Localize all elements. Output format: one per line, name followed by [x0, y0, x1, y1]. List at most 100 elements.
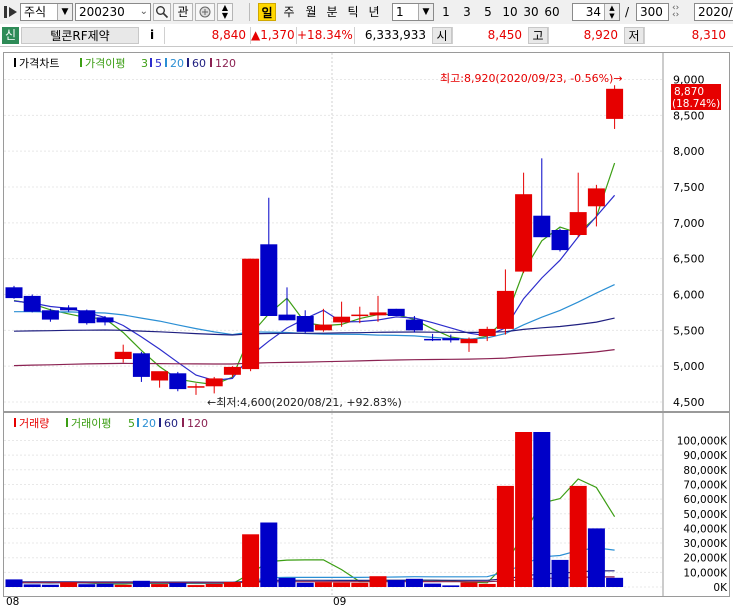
- volume-tick-label: 100,000K: [677, 436, 728, 448]
- candle-body: [314, 324, 332, 331]
- volume-bar: [23, 584, 41, 587]
- low-annotation: ←최저:4,600(2020/08/21, +92.83%): [207, 396, 402, 409]
- volume-bar: [351, 582, 369, 587]
- volume-tick-label: 70,000K: [683, 479, 728, 491]
- candle-body: [333, 316, 351, 323]
- volume-bar: [60, 582, 78, 587]
- price-tick-label: 6,500: [673, 253, 705, 266]
- candle-body: [205, 378, 223, 387]
- volume-bar: [169, 582, 187, 587]
- price-tick-label: 7,500: [673, 181, 705, 194]
- legend-marker: [14, 418, 16, 427]
- price-tick-label: 5,000: [673, 360, 705, 373]
- volume-bar: [5, 579, 23, 587]
- volume-bar: [606, 577, 624, 587]
- volume-bar: [496, 485, 514, 587]
- candle-body: [223, 366, 241, 375]
- volume-bar: [369, 576, 387, 587]
- legend-price-title: 가격차트: [19, 57, 59, 70]
- candle-body: [260, 244, 278, 316]
- volume-bar: [460, 582, 478, 587]
- current-price-label: 8,870: [674, 86, 704, 98]
- current-rate-label: (18.74%): [672, 98, 720, 110]
- volume-tick-label: 30,000K: [683, 538, 728, 550]
- volume-legend: 거래량 거래이평 5 20 60 120: [14, 417, 208, 430]
- candle-body: [515, 194, 533, 272]
- volume-bar: [387, 580, 405, 587]
- legend-ma3: 3: [141, 57, 148, 70]
- candle-body: [23, 295, 41, 312]
- candle-body: [405, 319, 423, 331]
- volume-bar: [314, 582, 332, 587]
- legend-volume-title: 거래량: [19, 417, 49, 430]
- volume-bar: [41, 584, 59, 587]
- volume-bar: [296, 582, 314, 587]
- legend-ma5: 5: [155, 57, 162, 70]
- volume-bar: [424, 583, 442, 587]
- volume-tick-label: 10,000K: [683, 567, 728, 579]
- candle-body: [132, 353, 150, 377]
- volume-bar: [478, 583, 496, 587]
- legend-marker: [159, 418, 161, 427]
- price-tick-label: 7,000: [673, 217, 705, 230]
- price-tick-label: 5,500: [673, 324, 705, 337]
- candle-body: [78, 310, 96, 324]
- candle-body: [424, 338, 442, 341]
- volume-bar: [96, 583, 114, 587]
- legend-marker: [210, 58, 212, 67]
- volume-tick-label: 50,000K: [683, 509, 728, 521]
- candle-body: [442, 338, 460, 341]
- candle-body: [296, 316, 314, 332]
- candle-body: [551, 230, 569, 251]
- candle-body: [242, 258, 260, 370]
- price-legend: 가격차트 가격이평 3 5 20 60 120: [14, 57, 236, 70]
- legend-ma60: 60: [192, 57, 206, 70]
- candle-body: [478, 328, 496, 337]
- volume-tick-label: 60,000K: [683, 494, 728, 506]
- legend-marker: [137, 418, 139, 427]
- candle-body: [606, 88, 624, 119]
- volume-bar: [223, 582, 241, 587]
- legend-volma120: 120: [187, 417, 208, 430]
- legend-marker: [165, 58, 167, 67]
- legend-marker: [150, 58, 152, 67]
- x-axis-label: 08: [6, 596, 19, 607]
- candle-body: [587, 188, 605, 207]
- chart-canvas: 9,0008,5008,0007,5007,0006,5006,0005,500…: [4, 53, 728, 607]
- volume-bar: [132, 580, 150, 587]
- volume-bar: [587, 528, 605, 587]
- candle-body: [351, 314, 369, 317]
- candle-body: [60, 307, 78, 311]
- candle-body: [387, 308, 405, 316]
- legend-marker: [14, 58, 16, 67]
- price-tick-label: 8,500: [673, 109, 705, 122]
- price-tick-label: 6,000: [673, 289, 705, 302]
- volume-bar: [569, 485, 587, 587]
- candle-body: [41, 310, 59, 320]
- candle-body: [5, 287, 23, 299]
- volume-bar: [114, 584, 132, 587]
- legend-ma120: 120: [215, 57, 236, 70]
- volume-bar: [187, 585, 205, 587]
- ma120-line: [13, 349, 615, 367]
- volume-bar: [278, 577, 296, 587]
- legend-marker: [182, 418, 184, 427]
- candle-body: [533, 215, 551, 238]
- volume-bar: [205, 583, 223, 587]
- volume-tick-label: 20,000K: [683, 553, 728, 565]
- volume-bar: [151, 584, 169, 587]
- candle-body: [151, 371, 169, 381]
- legend-ma-label: 가격이평: [85, 57, 125, 70]
- legend-volma-label: 거래이평: [71, 417, 111, 430]
- legend-marker: [187, 58, 189, 67]
- legend-volma5: 5: [128, 417, 135, 430]
- candle-body: [96, 317, 114, 323]
- volume-bar: [242, 534, 260, 587]
- legend-marker: [66, 418, 68, 427]
- candle-body: [187, 386, 205, 388]
- candle-body: [169, 373, 187, 390]
- volume-bar: [333, 582, 351, 587]
- candle-body: [496, 290, 514, 329]
- volume-bar: [515, 432, 533, 587]
- legend-ma20: 20: [170, 57, 184, 70]
